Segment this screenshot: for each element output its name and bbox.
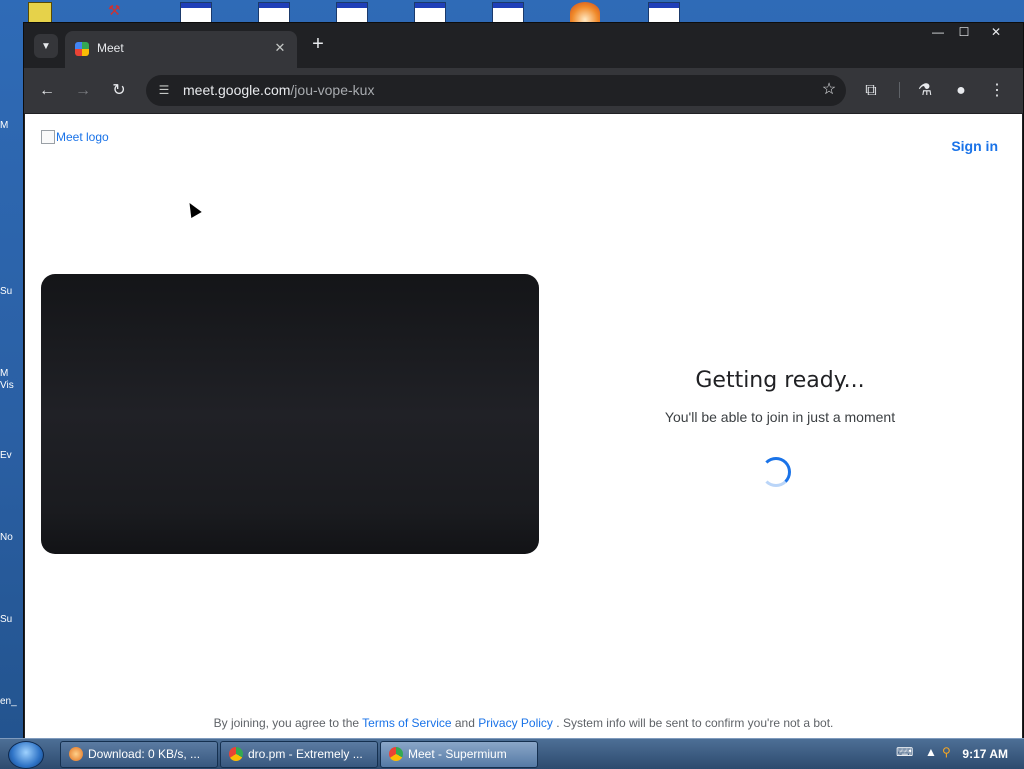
desktop-icon-label: en_ — [0, 696, 17, 707]
meet-logo-alt-text: Meet logo — [56, 130, 109, 144]
desktop-icon-label: No — [0, 532, 13, 543]
meet-logo[interactable]: Meet logo — [41, 130, 109, 144]
footer-suffix: . System info will be sent to confirm yo… — [556, 716, 834, 730]
window-shortcut-icon[interactable] — [180, 2, 212, 24]
chrome-app-icon — [229, 746, 243, 761]
status-title: Getting ready... — [695, 368, 865, 393]
terms-footer: By joining, you agree to the Terms of Se… — [25, 716, 1022, 730]
tray-expand-icon[interactable]: ▲ — [925, 745, 937, 759]
desktop-icon-label: M — [0, 120, 9, 131]
maximize-icon[interactable]: ☐ — [952, 23, 976, 41]
task-label: dro.pm - Extremely ... — [248, 747, 363, 761]
menu-kebab-icon[interactable]: ⋮ — [986, 80, 1008, 102]
forward-arrow-icon[interactable]: → — [72, 80, 94, 102]
browser-shortcut-icon[interactable] — [570, 2, 600, 24]
browser-toolbar: ← → ↻ ☰ meet.google.com/jou-vope-kux ☆ ⧉… — [24, 68, 1023, 113]
desktop-icon-label: Vis — [0, 380, 14, 391]
tab-meet[interactable]: Meet ✕ — [65, 31, 297, 68]
desktop-icon-label: Su — [0, 614, 13, 625]
footer-and: and — [454, 716, 475, 730]
task-label: Meet - Supermium — [408, 747, 507, 761]
taskbar: Download: 0 KB/s, ... dro.pm - Extremely… — [0, 738, 1024, 769]
search-icon[interactable]: ⚲ — [942, 745, 951, 759]
start-button[interactable] — [8, 741, 44, 769]
keyboard-icon[interactable]: ⌨ — [896, 745, 913, 759]
tab-strip: ▼ Meet ✕ + — ☐ ✕ — [24, 23, 1023, 68]
taskbar-task[interactable]: dro.pm - Extremely ... — [220, 741, 378, 768]
browser-window: ▼ Meet ✕ + — ☐ ✕ ← → ↻ ☰ meet.google.com… — [23, 22, 1024, 740]
join-status: Getting ready... You'll be able to join … — [615, 368, 945, 425]
window-shortcut-icon[interactable] — [648, 2, 680, 24]
taskbar-task[interactable]: Download: 0 KB/s, ... — [60, 741, 218, 768]
url-path: /jou-vope-kux — [290, 82, 375, 98]
mouse-pointer-icon — [184, 199, 202, 219]
desktop-icon-label: M — [0, 368, 9, 379]
new-tab-plus-icon[interactable]: + — [308, 34, 328, 55]
window-shortcut-icon[interactable] — [414, 2, 446, 24]
tab-close-icon[interactable]: ✕ — [271, 39, 289, 57]
privacy-policy-link[interactable]: Privacy Policy — [478, 716, 553, 730]
address-bar[interactable]: ☰ meet.google.com/jou-vope-kux ☆ — [146, 75, 846, 106]
task-label: Download: 0 KB/s, ... — [88, 747, 201, 761]
tab-search-chevron-icon[interactable]: ▼ — [34, 34, 58, 58]
broken-image-icon — [41, 130, 55, 144]
video-preview — [41, 274, 539, 554]
window-shortcut-icon[interactable] — [258, 2, 290, 24]
browser-app-icon — [69, 746, 83, 761]
minimize-icon[interactable]: — — [926, 23, 950, 41]
desktop-icon-label: Su — [0, 286, 13, 297]
tab-title: Meet — [97, 41, 124, 55]
labs-flask-icon[interactable]: ⚗ — [914, 80, 936, 102]
toolbar-divider — [899, 82, 900, 98]
desktop-icon-label: Ev — [0, 450, 12, 461]
close-window-icon[interactable]: ✕ — [984, 23, 1008, 41]
loading-spinner-icon — [761, 457, 791, 487]
status-subtitle: You'll be able to join in just a moment — [664, 409, 896, 425]
url-host: meet.google.com — [183, 82, 291, 98]
back-arrow-icon[interactable]: ← — [36, 80, 58, 102]
extensions-icon[interactable]: ⧉ — [860, 80, 882, 102]
taskbar-clock[interactable]: 9:17 AM — [962, 747, 1008, 761]
terms-of-service-link[interactable]: Terms of Service — [362, 716, 451, 730]
reload-icon[interactable]: ↻ — [108, 80, 130, 102]
profile-avatar-icon[interactable]: ● — [950, 80, 972, 102]
address-url[interactable]: meet.google.com/jou-vope-kux — [183, 82, 374, 98]
footer-prefix: By joining, you agree to the — [213, 716, 360, 730]
meet-favicon-icon — [75, 42, 89, 56]
sign-in-link[interactable]: Sign in — [951, 138, 998, 154]
site-settings-icon[interactable]: ☰ — [154, 80, 174, 100]
taskbar-task[interactable]: Meet - Supermium — [380, 741, 538, 768]
clock-app-icon[interactable] — [28, 2, 52, 24]
window-shortcut-icon[interactable] — [492, 2, 524, 24]
chrome-app-icon — [389, 746, 403, 761]
meet-page: Meet logo Sign in Getting ready... You'l… — [25, 114, 1022, 738]
window-shortcut-icon[interactable] — [336, 2, 368, 24]
tools-icon[interactable]: ⚒ — [108, 2, 128, 22]
bookmark-star-icon[interactable]: ☆ — [818, 79, 840, 101]
